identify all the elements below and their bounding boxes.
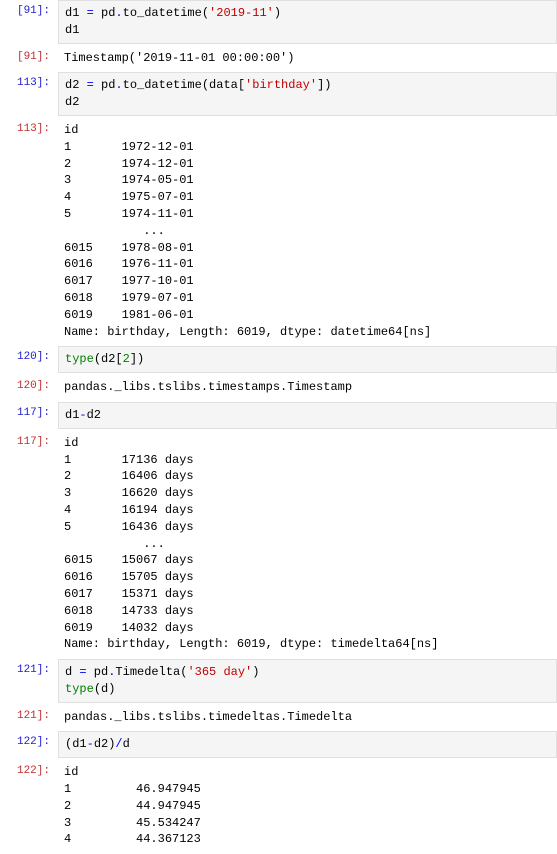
output-content: Timestamp('2019-11-01 00:00:00')	[58, 46, 557, 71]
output-content: pandas._libs.tslibs.timestamps.Timestamp	[58, 375, 557, 400]
output-cell: 120]:pandas._libs.tslibs.timestamps.Time…	[0, 375, 557, 400]
prompt-out: [91]:	[0, 46, 58, 71]
code-cell: 121]:d = pd.Timedelta('365 day') type(d)	[0, 659, 557, 703]
prompt-out: 113]:	[0, 118, 58, 344]
notebook-container: [91]:d1 = pd.to_datetime('2019-11') d1[9…	[0, 0, 557, 852]
prompt-in: 117]:	[0, 402, 58, 429]
output-cell: 122]:id 1 46.947945 2 44.947945 3 45.534…	[0, 760, 557, 852]
code-content[interactable]: type(d2[2])	[58, 346, 557, 373]
code-cell: 117]:d1-d2	[0, 402, 557, 429]
code-content[interactable]: d = pd.Timedelta('365 day') type(d)	[58, 659, 557, 703]
code-cell: [91]:d1 = pd.to_datetime('2019-11') d1	[0, 0, 557, 44]
output-content: pandas._libs.tslibs.timedeltas.Timedelta	[58, 705, 557, 730]
code-cell: 113]:d2 = pd.to_datetime(data['birthday'…	[0, 72, 557, 116]
prompt-in: 113]:	[0, 72, 58, 116]
code-content[interactable]: d1 = pd.to_datetime('2019-11') d1	[58, 0, 557, 44]
output-content: id 1 46.947945 2 44.947945 3 45.534247 4…	[58, 760, 557, 852]
code-cell: 122]:(d1-d2)/d	[0, 731, 557, 758]
output-cell: 121]:pandas._libs.tslibs.timedeltas.Time…	[0, 705, 557, 730]
prompt-out: 120]:	[0, 375, 58, 400]
prompt-in: [91]:	[0, 0, 58, 44]
output-cell: 113]:id 1 1972-12-01 2 1974-12-01 3 1974…	[0, 118, 557, 344]
output-cell: [91]:Timestamp('2019-11-01 00:00:00')	[0, 46, 557, 71]
output-content: id 1 1972-12-01 2 1974-12-01 3 1974-05-0…	[58, 118, 557, 344]
output-cell: 117]:id 1 17136 days 2 16406 days 3 1662…	[0, 431, 557, 657]
output-content: id 1 17136 days 2 16406 days 3 16620 day…	[58, 431, 557, 657]
code-content[interactable]: d1-d2	[58, 402, 557, 429]
prompt-in: 120]:	[0, 346, 58, 373]
prompt-in: 121]:	[0, 659, 58, 703]
prompt-out: 121]:	[0, 705, 58, 730]
prompt-in: 122]:	[0, 731, 58, 758]
code-content[interactable]: d2 = pd.to_datetime(data['birthday']) d2	[58, 72, 557, 116]
prompt-out: 117]:	[0, 431, 58, 657]
prompt-out: 122]:	[0, 760, 58, 852]
code-content[interactable]: (d1-d2)/d	[58, 731, 557, 758]
code-cell: 120]:type(d2[2])	[0, 346, 557, 373]
